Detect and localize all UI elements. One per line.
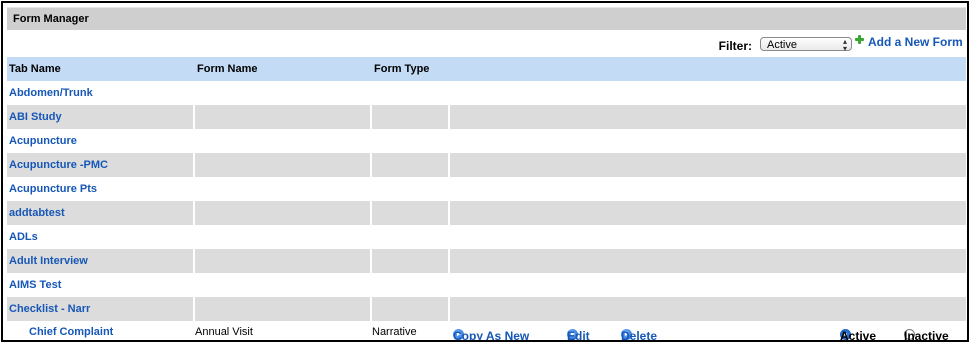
form-manager-panel: Form Manager Filter: Active ▴ ▾ Add a New… bbox=[1, 1, 969, 342]
table-header: Tab Name Form Name Form Type bbox=[7, 57, 966, 81]
filter-label: Filter: bbox=[718, 39, 752, 53]
form-tab-link[interactable]: Chief Complaint bbox=[29, 326, 113, 338]
header-tab-name: Tab Name bbox=[7, 57, 193, 81]
table-row: Abdomen/Trunk bbox=[7, 81, 966, 105]
tab-name-link[interactable]: addtabtest bbox=[7, 201, 193, 225]
filter-select[interactable]: Active ▴ ▾ bbox=[760, 37, 852, 53]
filter-row: Filter: Active ▴ ▾ Add a New Form bbox=[7, 35, 966, 53]
tab-name-link[interactable]: Acupuncture Pts bbox=[7, 177, 193, 201]
table-row: Acupuncture -PMC bbox=[7, 153, 966, 177]
form-name: Annual Visit bbox=[195, 326, 253, 338]
tab-name-link[interactable]: Acupuncture bbox=[7, 129, 193, 153]
table-row: ADLs bbox=[7, 225, 966, 249]
table-row: AIMS Test bbox=[7, 273, 966, 297]
forms-table: Tab Name Form Name Form Type Abdomen/Tru… bbox=[7, 57, 966, 321]
table-row: addtabtest bbox=[7, 201, 966, 225]
table-row: Acupuncture bbox=[7, 129, 966, 153]
form-row: Chief Complaint Annual Visit Narrative C… bbox=[29, 326, 949, 342]
table-row: ABI Study bbox=[7, 105, 966, 129]
table-row: Adult Interview bbox=[7, 249, 966, 273]
tab-name-link[interactable]: Adult Interview bbox=[7, 249, 193, 273]
tab-name-link[interactable]: Acupuncture -PMC bbox=[7, 153, 193, 177]
tab-name-link[interactable]: Checklist - Narr bbox=[7, 297, 193, 321]
table-row: Checklist - Narr bbox=[7, 297, 966, 321]
tab-name-link[interactable]: AIMS Test bbox=[7, 273, 193, 297]
add-new-form-label: Add a New Form bbox=[868, 35, 963, 49]
tab-name-link[interactable]: Abdomen/Trunk bbox=[7, 81, 193, 105]
plus-icon bbox=[855, 35, 864, 44]
panel-title: Form Manager bbox=[7, 7, 966, 30]
header-form-type: Form Type bbox=[372, 57, 448, 81]
select-arrows-icon: ▴ ▾ bbox=[842, 37, 847, 53]
table-row: Acupuncture Pts bbox=[7, 177, 966, 201]
form-type: Narrative bbox=[372, 326, 417, 338]
tab-name-link[interactable]: ABI Study bbox=[7, 105, 193, 129]
header-actions bbox=[450, 57, 966, 81]
tab-name-link[interactable]: ADLs bbox=[7, 225, 193, 249]
header-form-name: Form Name bbox=[195, 57, 370, 81]
filter-selected-value: Active bbox=[767, 39, 797, 51]
add-new-form-link[interactable]: Add a New Form bbox=[855, 35, 963, 49]
